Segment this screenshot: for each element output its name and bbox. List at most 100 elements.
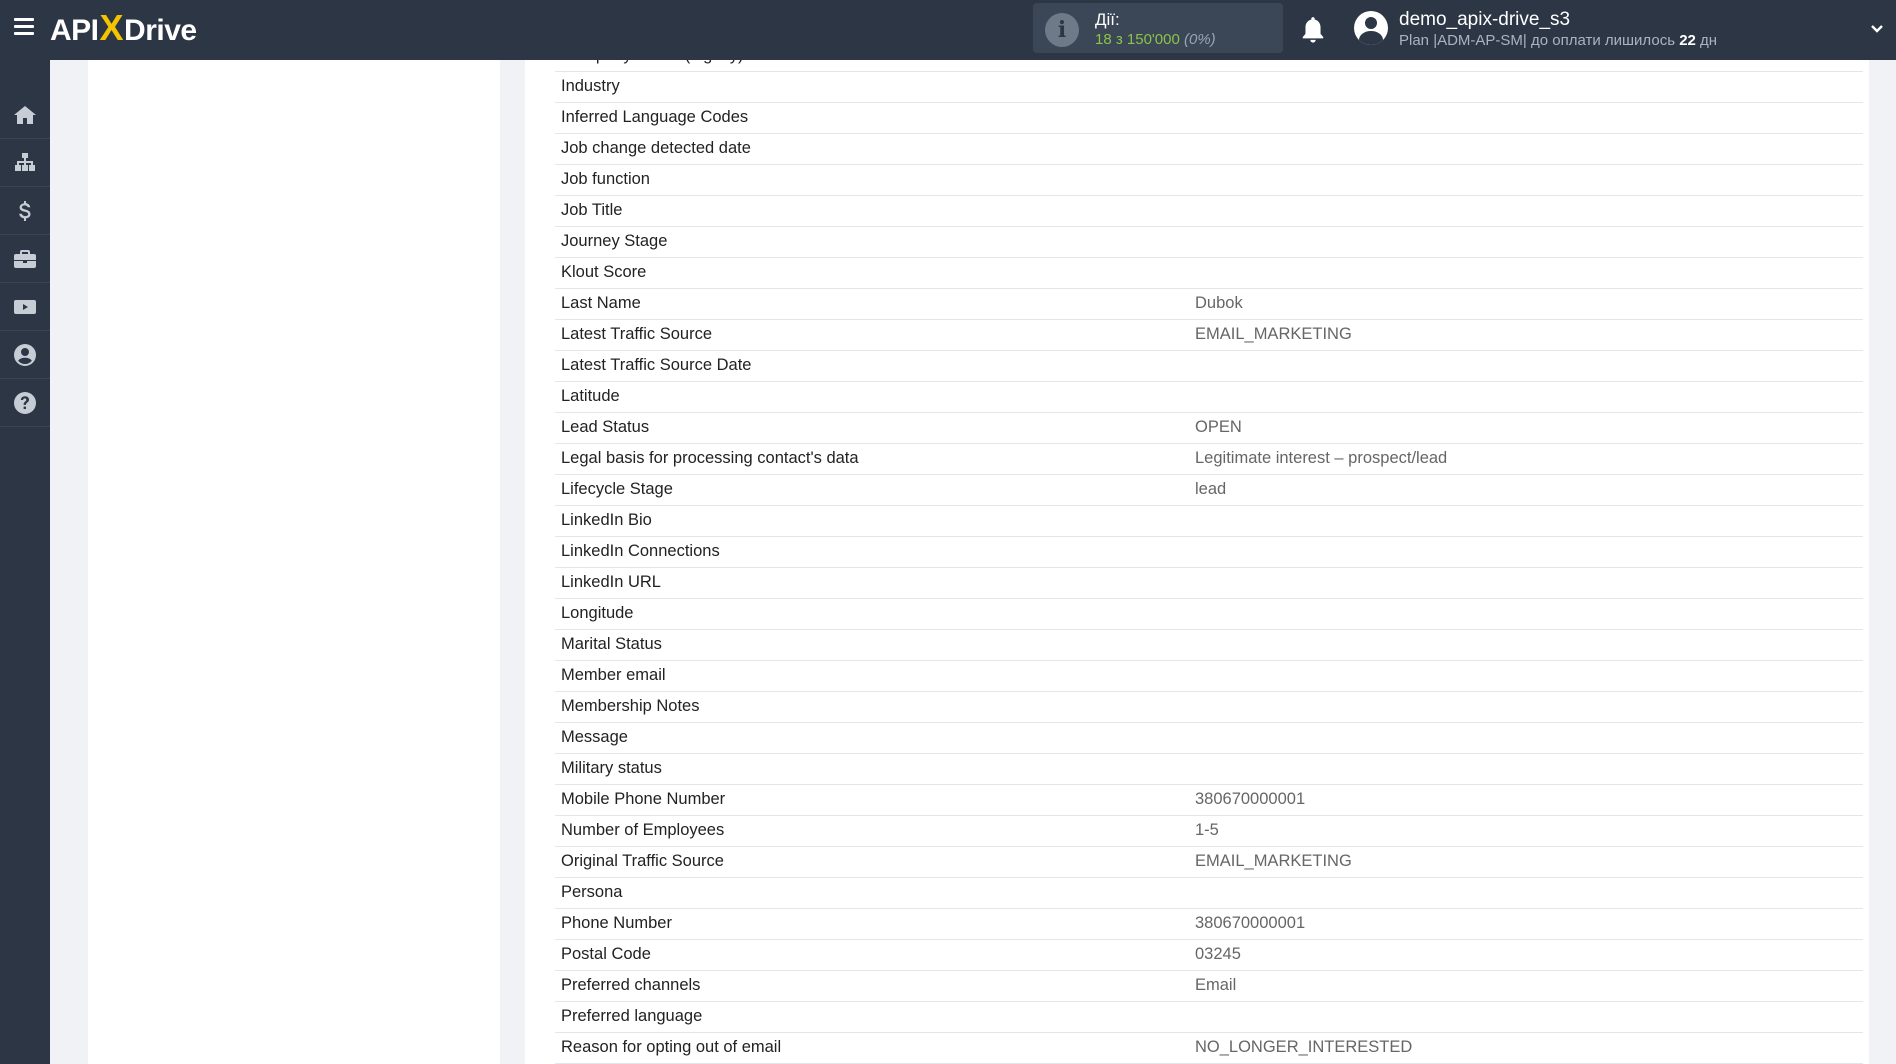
user-name[interactable]: demo_apix-drive_s3 (1399, 9, 1570, 31)
field-name: Membership Notes (555, 691, 1195, 723)
table-row: Inferred Language Codes (555, 102, 1863, 134)
field-name: Number of Employees (555, 815, 1195, 847)
field-name: Industry (555, 71, 1195, 103)
logo-api: API (50, 14, 99, 47)
table-row: Job change detected date (555, 133, 1863, 165)
field-value (1195, 71, 1863, 103)
table-row: Persona (555, 877, 1863, 909)
table-row: Original Traffic Source EMAIL_MARKETING (555, 846, 1863, 878)
home-icon (14, 106, 36, 124)
field-name: Preferred language (555, 1001, 1195, 1033)
table-row: Legal basis for processing contact's dat… (555, 443, 1863, 475)
field-name: Legal basis for processing contact's dat… (555, 443, 1195, 475)
chevron-down-icon[interactable] (1870, 22, 1884, 36)
field-value (1195, 1001, 1863, 1033)
field-value (1195, 877, 1863, 909)
field-name: Longitude (555, 598, 1195, 630)
field-value: OPEN (1195, 412, 1863, 444)
sidebar-item-billing[interactable] (0, 188, 50, 235)
field-name: Latest Traffic Source Date (555, 350, 1195, 382)
fields-table: Company Name (legacy)IndustryInferred La… (555, 60, 1863, 1064)
table-row: Mobile Phone Number 380670000001 (555, 784, 1863, 816)
table-row: Latest Traffic Source EMAIL_MARKETING (555, 319, 1863, 351)
field-value (1195, 536, 1863, 568)
user-circle-icon (14, 344, 36, 366)
table-row: Message (555, 722, 1863, 754)
table-row: Klout Score (555, 257, 1863, 289)
actions-counter[interactable]: i Дії: 18 з 150'000 (0%) (1033, 3, 1283, 53)
days-unit: дн (1700, 32, 1718, 49)
field-value (1195, 381, 1863, 413)
field-name: Reason for opting out of email (555, 1032, 1195, 1064)
field-name: Member email (555, 660, 1195, 692)
user-avatar-icon[interactable] (1354, 11, 1388, 45)
logo-x: X (99, 7, 124, 48)
logo[interactable]: APIXDrive (50, 10, 197, 49)
table-row: LinkedIn Connections (555, 536, 1863, 568)
actions-value: 18 з 150'000 (0%) (1095, 31, 1216, 48)
field-value (1195, 598, 1863, 630)
question-circle-icon (14, 392, 36, 414)
field-value (1195, 195, 1863, 227)
field-name: Inferred Language Codes (555, 102, 1195, 134)
field-name: Persona (555, 877, 1195, 909)
field-value: Email (1195, 970, 1863, 1002)
table-row: Number of Employees 1-5 (555, 815, 1863, 847)
sidebar-item-help[interactable] (0, 380, 50, 427)
menu-icon[interactable] (14, 18, 34, 36)
table-row: Longitude (555, 598, 1863, 630)
table-row: Preferred channels Email (555, 970, 1863, 1002)
field-value (1195, 226, 1863, 258)
field-value (1195, 691, 1863, 723)
sidebar-item-account[interactable] (0, 332, 50, 379)
field-value (1195, 350, 1863, 382)
table-row: Member email (555, 660, 1863, 692)
sidebar-item-connections[interactable] (0, 140, 50, 187)
table-row: Membership Notes (555, 691, 1863, 723)
field-value (1195, 164, 1863, 196)
table-row: Military status (555, 753, 1863, 785)
field-value (1195, 60, 1863, 72)
sidebar-item-video[interactable] (0, 284, 50, 331)
field-value: 03245 (1195, 939, 1863, 971)
sidebar (0, 60, 50, 1064)
field-name: Job change detected date (555, 133, 1195, 165)
table-row: Company Name (legacy) (555, 60, 1863, 72)
field-value (1195, 133, 1863, 165)
field-name: Job Title (555, 195, 1195, 227)
field-value (1195, 257, 1863, 289)
field-name: Last Name (555, 288, 1195, 320)
table-row: Postal Code 03245 (555, 939, 1863, 971)
table-row: Journey Stage (555, 226, 1863, 258)
field-value (1195, 722, 1863, 754)
field-name: LinkedIn Connections (555, 536, 1195, 568)
table-row: Job function (555, 164, 1863, 196)
field-name: Latest Traffic Source (555, 319, 1195, 351)
field-list-panel[interactable]: Company Name (legacy)IndustryInferred La… (525, 60, 1869, 1064)
field-value (1195, 102, 1863, 134)
sidebar-item-projects[interactable] (0, 236, 50, 283)
field-value: EMAIL_MARKETING (1195, 846, 1863, 878)
field-name: LinkedIn URL (555, 567, 1195, 599)
field-name: Original Traffic Source (555, 846, 1195, 878)
field-name: Phone Number (555, 908, 1195, 940)
table-row: Reason for opting out of email NO_LONGER_… (555, 1032, 1863, 1064)
actions-count: 18 з 150'000 (1095, 31, 1180, 48)
youtube-icon (14, 300, 36, 314)
field-value: NO_LONGER_INTERESTED (1195, 1032, 1863, 1064)
logo-drive: Drive (124, 14, 197, 47)
left-panel (88, 60, 500, 1064)
field-value (1195, 660, 1863, 692)
field-name: Marital Status (555, 629, 1195, 661)
plan-text: Plan |ADM-AP-SM| до оплати лишилось (1399, 32, 1676, 49)
sitemap-icon (15, 153, 35, 171)
bell-icon[interactable] (1300, 16, 1326, 44)
days-count: 22 (1679, 32, 1696, 49)
field-name: Lead Status (555, 412, 1195, 444)
field-name: Preferred channels (555, 970, 1195, 1002)
table-row: Lead Status OPEN (555, 412, 1863, 444)
table-row: Job Title (555, 195, 1863, 227)
field-name: Klout Score (555, 257, 1195, 289)
field-value (1195, 629, 1863, 661)
sidebar-item-home[interactable] (0, 92, 50, 139)
